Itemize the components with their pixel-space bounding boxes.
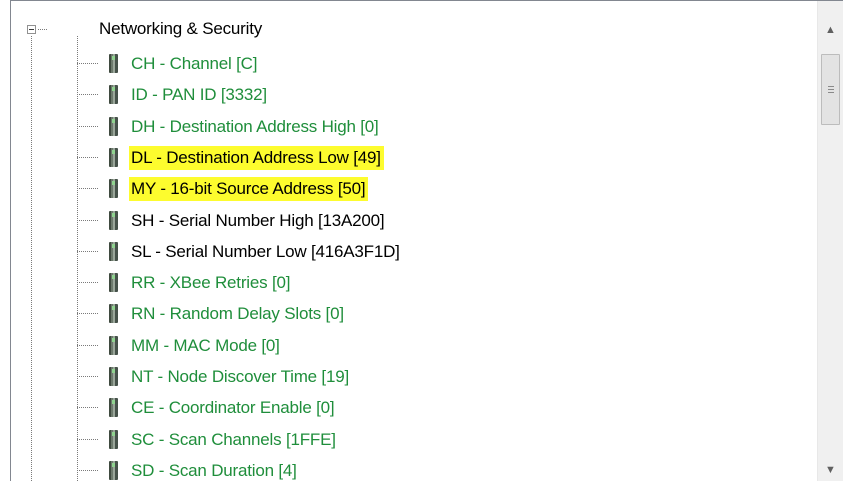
tree-item[interactable]: MY - 16-bit Source Address [50] (11, 173, 811, 204)
tree-item-label[interactable]: MY - 16-bit Source Address [50] (129, 177, 369, 202)
xbee-module-icon (109, 179, 118, 199)
tree-item[interactable]: ID - PAN ID [3332] (11, 79, 811, 110)
xbee-module-icon (109, 116, 118, 136)
tree-branch-line (77, 219, 99, 221)
tree-item[interactable]: CE - Coordinator Enable [0] (11, 392, 811, 423)
tree-branch-line (77, 156, 99, 158)
settings-tree-window: Networking & Security CH - Channel [C] ID… (0, 0, 843, 481)
xbee-module-icon (109, 367, 118, 386)
tree-item[interactable]: RN - Random Delay Slots [0] (11, 298, 811, 329)
tree-item[interactable]: RR - XBee Retries [0] (11, 267, 811, 298)
xbee-module-icon (109, 273, 118, 293)
tree-branch-line (77, 250, 99, 252)
tree-item[interactable]: SD - Scan Duration [4] (11, 455, 811, 481)
settings-tree[interactable]: Networking & Security CH - Channel [C] ID… (11, 1, 817, 481)
tree-item[interactable]: CH - Channel [C] (11, 48, 811, 79)
tree-item-label[interactable]: RR - XBee Retries [0] (129, 271, 293, 295)
tree-item-label[interactable]: DH - Destination Address High [0] (129, 115, 382, 139)
tree-branch-line (77, 344, 99, 346)
tree-item[interactable]: MM - MAC Mode [0] (11, 330, 811, 361)
tree-branch-line (77, 407, 99, 409)
tree-item-label[interactable]: NT - Node Discover Time [19] (129, 365, 352, 389)
tree-branch-line (77, 282, 99, 284)
tree-item-label[interactable]: MM - MAC Mode [0] (129, 334, 283, 358)
xbee-module-icon (109, 335, 118, 355)
collapse-minus-icon[interactable] (27, 25, 36, 34)
tree-item[interactable]: DL - Destination Address Low [49] (11, 142, 811, 173)
tree-item-label[interactable]: ID - PAN ID [3332] (129, 83, 270, 107)
tree-branch-line (77, 188, 99, 190)
xbee-module-icon (109, 85, 118, 105)
tree-item-label[interactable]: SC - Scan Channels [1FFE] (129, 428, 339, 452)
group-networking-security[interactable]: Networking & Security (99, 19, 262, 39)
arrow-up-icon[interactable]: ▲ (818, 17, 843, 43)
tree-item-label[interactable]: SH - Serial Number High [13A200] (129, 209, 387, 233)
xbee-module-icon (109, 460, 118, 480)
tree-item-label[interactable]: SL - Serial Number Low [416A3F1D] (129, 240, 403, 264)
tree-branch-line (77, 469, 99, 471)
xbee-module-icon (109, 210, 118, 230)
tree-branch-line (77, 125, 99, 127)
xbee-module-icon (109, 147, 118, 167)
tree-branch-line (77, 63, 99, 64)
grip-icon (828, 85, 834, 93)
tree-item[interactable]: SC - Scan Channels [1FFE] (11, 424, 811, 455)
tree-branch-line (77, 376, 99, 377)
tree-item-label[interactable]: CE - Coordinator Enable [0] (129, 396, 337, 420)
group-connector-line (38, 29, 48, 30)
vertical-scrollbar[interactable]: ▲ ▼ (817, 1, 843, 481)
xbee-module-icon (109, 304, 118, 324)
xbee-module-icon (109, 241, 118, 261)
tree-item[interactable]: NT - Node Discover Time [19] (11, 361, 811, 392)
tree-branch-line (77, 313, 99, 315)
tree-item-label[interactable]: RN - Random Delay Slots [0] (129, 302, 347, 326)
xbee-module-icon (109, 398, 118, 418)
tree-item[interactable]: SH - Serial Number High [13A200] (11, 205, 811, 236)
xbee-module-icon (109, 429, 118, 449)
scrollbar-thumb[interactable] (821, 54, 840, 125)
tree-item-label[interactable]: CH - Channel [C] (129, 52, 260, 76)
tree-item-label[interactable]: SD - Scan Duration [4] (129, 459, 300, 481)
tree-branch-line (77, 94, 99, 96)
tree-item[interactable]: SL - Serial Number Low [416A3F1D] (11, 236, 811, 267)
xbee-module-icon (109, 54, 118, 73)
tree-branch-line (77, 438, 99, 440)
arrow-down-icon[interactable]: ▼ (818, 457, 843, 481)
tree-item[interactable]: DH - Destination Address High [0] (11, 111, 811, 142)
tree-item-label[interactable]: DL - Destination Address Low [49] (129, 145, 384, 170)
